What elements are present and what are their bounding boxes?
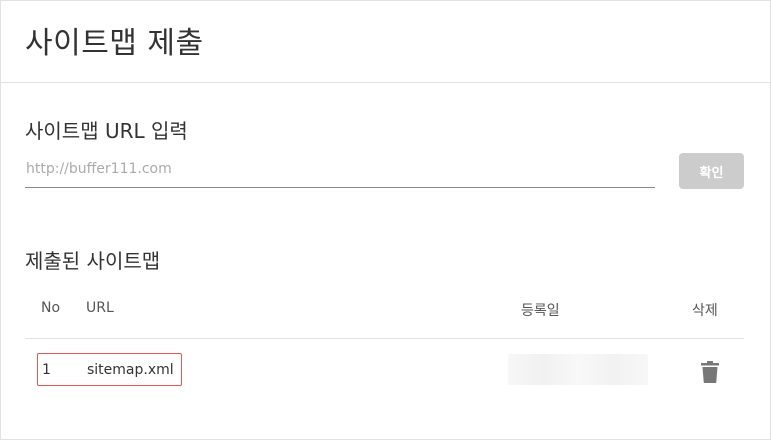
page-title: 사이트맵 제출 (25, 26, 204, 61)
row-number: 1 (42, 362, 51, 378)
trash-icon[interactable] (701, 361, 719, 383)
submitted-section-title: 제출된 사이트맵 (25, 249, 161, 273)
column-header-no: No (41, 300, 61, 316)
column-header-delete: 삭제 (692, 303, 718, 319)
row-date-redacted (508, 354, 648, 385)
table-divider (25, 338, 744, 339)
page-header: 사이트맵 제출 (1, 1, 770, 83)
url-section-title: 사이트맵 URL 입력 (25, 119, 188, 143)
column-header-url: URL (86, 300, 114, 316)
row-url[interactable]: sitemap.xml (87, 362, 174, 378)
column-header-date: 등록일 (521, 303, 560, 319)
confirm-button[interactable]: 확인 (679, 153, 744, 189)
sitemap-panel: 사이트맵 제출 사이트맵 URL 입력 확인 제출된 사이트맵 No URL 등… (0, 0, 771, 440)
sitemap-url-input[interactable] (25, 153, 655, 188)
